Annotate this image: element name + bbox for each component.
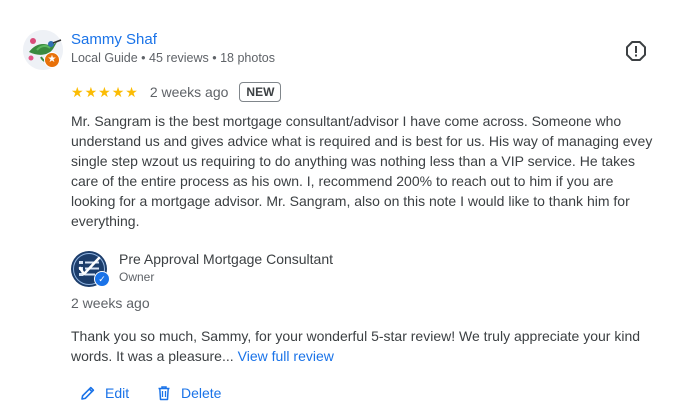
delete-label: Delete [181,385,222,401]
review-text: Mr. Sangram is the best mortgage consult… [71,113,653,229]
owner-reply-body: Thank you so much, Sammy, for your wonde… [71,328,641,364]
rating-row: ★ ★ ★ ★ ★ 2 weeks ago NEW [71,81,282,103]
view-full-review-link[interactable]: View full review [238,348,334,364]
local-guide-star-icon: ★ [44,52,60,68]
trash-icon [158,386,170,401]
owner-reply-text: Thank you so much, Sammy, for your wonde… [71,326,671,366]
report-review-button[interactable] [624,39,648,63]
star-icon: ★ [111,84,125,100]
alert-octagon-icon [626,41,646,61]
star-icon: ★ [71,84,84,100]
star-icon: ★ [125,84,138,100]
reply-date: 2 weeks ago [71,295,150,311]
star-icon: ★ [98,84,111,100]
reviewer-name[interactable]: Sammy Shaf [71,31,157,48]
delete-button[interactable]: Delete [156,382,221,404]
edit-button[interactable]: Edit [80,382,129,404]
star-rating: ★ ★ ★ ★ ★ [71,85,138,99]
owner-name: Pre Approval Mortgage Consultant [119,251,334,267]
reviewer-meta: Local Guide • 45 reviews • 18 photos [71,51,276,65]
star-icon: ★ [84,84,98,100]
pencil-icon [81,386,95,400]
new-badge: NEW [239,82,282,102]
edit-label: Edit [105,385,130,401]
owner-role: Owner [119,270,155,284]
review-date: 2 weeks ago [149,84,229,100]
verified-check-icon: ✓ [94,271,110,287]
